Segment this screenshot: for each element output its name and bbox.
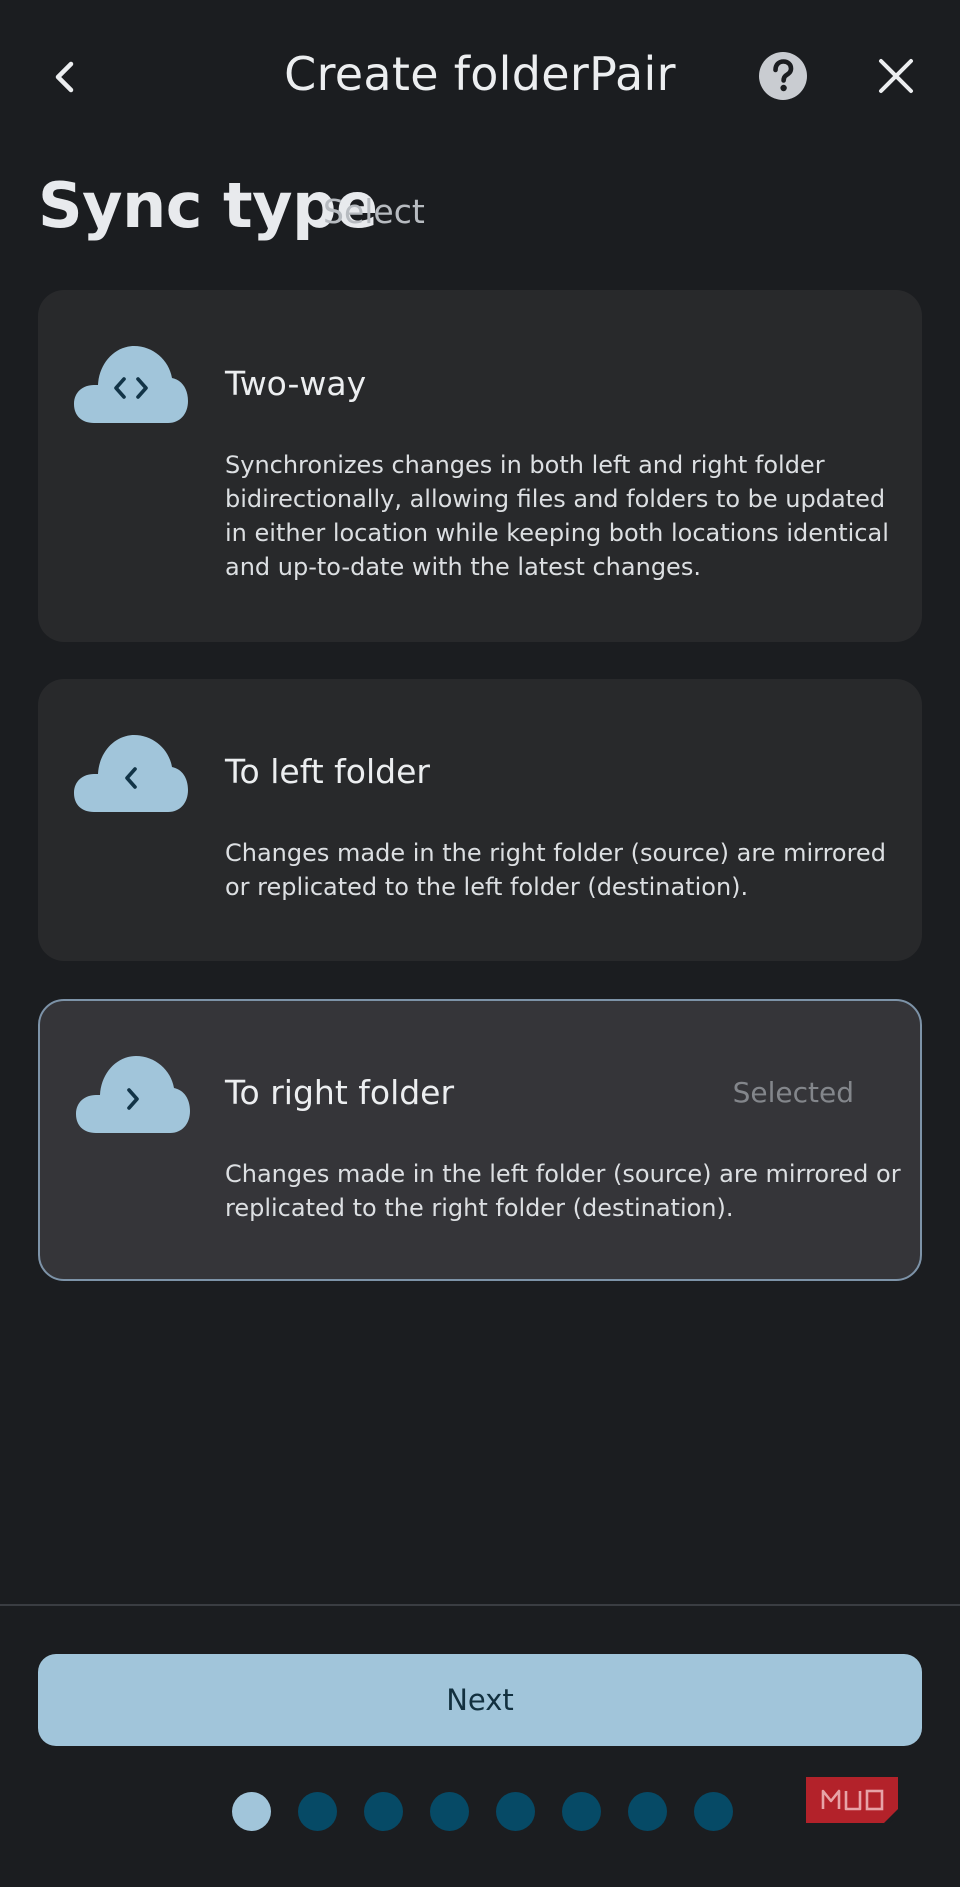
chevron-left-icon: [55, 61, 74, 93]
cloud-left-icon: [74, 735, 188, 812]
step-dot: [694, 1792, 733, 1831]
close-button[interactable]: [870, 50, 922, 102]
sync-option-to-right-folder[interactable]: To right folder Selected Changes made in…: [38, 999, 922, 1281]
sync-option-description: Changes made in the left folder (source)…: [225, 1160, 901, 1222]
sync-option-title: To left folder: [225, 752, 430, 791]
step-dot: [430, 1792, 469, 1831]
section-subtitle: Select: [323, 192, 425, 231]
step-dot: [562, 1792, 601, 1831]
close-icon: [879, 59, 913, 93]
step-dot: [628, 1792, 667, 1831]
top-app-bar: Create folderPair: [0, 0, 960, 150]
step-dot-active: [232, 1792, 271, 1831]
step-indicator: [232, 1792, 733, 1832]
sync-option-description: Changes made in the right folder (source…: [225, 839, 886, 901]
sync-option-title: Two-way: [225, 364, 367, 403]
footer-divider: [0, 1604, 960, 1606]
cloud-right-icon: [76, 1056, 190, 1133]
sync-option-two-way[interactable]: Two-way Synchronizes changes in both lef…: [38, 290, 922, 642]
sync-option-title: To right folder: [225, 1073, 455, 1112]
step-dot: [496, 1792, 535, 1831]
step-dot: [298, 1792, 337, 1831]
help-circle-icon: [759, 52, 807, 100]
next-button[interactable]: Next: [38, 1654, 922, 1746]
muo-watermark-logo: [806, 1777, 898, 1823]
cloud-two-way-icon: [74, 346, 188, 423]
selected-badge: Selected: [732, 1076, 854, 1109]
sync-option-to-left-folder[interactable]: To left folder Changes made in the right…: [38, 679, 922, 961]
page-title: Create folderPair: [284, 47, 676, 101]
sync-option-description: Synchronizes changes in both left and ri…: [225, 451, 889, 581]
help-button[interactable]: [758, 51, 808, 101]
back-button[interactable]: [38, 50, 92, 104]
step-dot: [364, 1792, 403, 1831]
